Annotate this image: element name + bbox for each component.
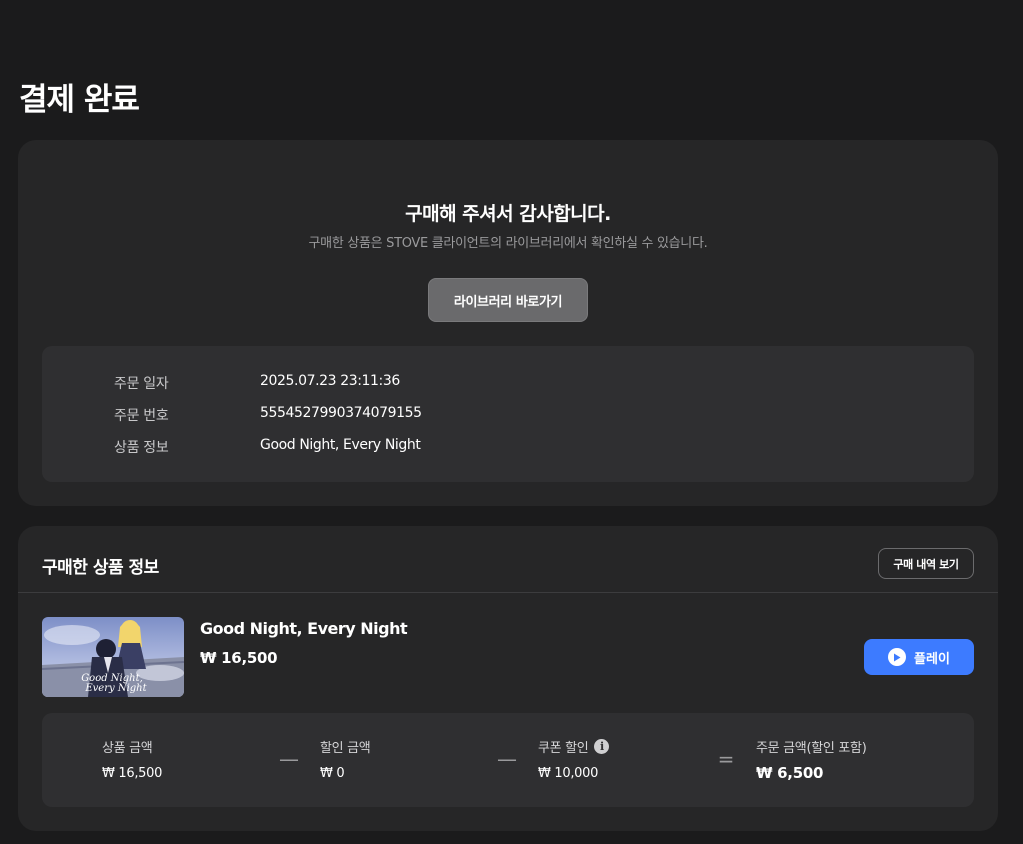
equals-operator: = — [717, 747, 735, 771]
discount-amount-label: 할인 금액 — [320, 740, 371, 756]
divider — [18, 592, 998, 593]
coupon-discount: 쿠폰 할인 i ₩ 10,000 — [538, 737, 728, 781]
play-button-label: 플레이 — [914, 651, 950, 667]
play-icon — [888, 648, 907, 666]
minus-operator: — — [497, 747, 517, 771]
product-amount-label: 상품 금액 — [102, 740, 153, 756]
price-summary-box: 상품 금액 ₩ 16,500 — 할인 금액 ₩ 0 — 쿠폰 할인 i ₩ 1… — [42, 713, 974, 807]
order-number-value: 5554527990374079155 — [260, 405, 422, 421]
minus-operator: — — [279, 747, 299, 771]
order-number-label: 주문 번호 — [114, 408, 169, 424]
product-name: Good Night, Every Night — [200, 619, 408, 638]
order-info-box: 주문 일자 2025.07.23 23:11:36 주문 번호 55545279… — [42, 346, 974, 482]
purchased-product-header: 구매한 상품 정보 — [42, 558, 159, 578]
order-total-label: 주문 금액(할인 포함) — [756, 740, 867, 756]
info-icon[interactable]: i — [594, 738, 610, 754]
order-date-value: 2025.07.23 23:11:36 — [260, 373, 400, 389]
product-info-label: 상품 정보 — [114, 440, 169, 456]
purchased-product-card: 구매한 상품 정보 구매 내역 보기 Good Night, Every Nig… — [18, 526, 998, 831]
product-thumbnail[interactable]: Good Night, Every Night — [42, 617, 184, 697]
product-price: ₩ 16,500 — [200, 649, 278, 667]
product-amount: 상품 금액 ₩ 16,500 — [102, 737, 292, 782]
coupon-discount-label: 쿠폰 할인 — [538, 740, 589, 756]
product-info-value: Good Night, Every Night — [260, 437, 421, 453]
play-button[interactable]: 플레이 — [864, 639, 974, 675]
order-total: 주문 금액(할인 포함) ₩ 6,500 — [756, 737, 946, 783]
product-amount-value: ₩ 16,500 — [102, 766, 163, 781]
library-guide-text: 구매한 상품은 STOVE 클라이언트의 라이브러리에서 확인하실 수 있습니다… — [308, 236, 708, 251]
payment-complete-card: 구매해 주셔서 감사합니다. 구매한 상품은 STOVE 클라이언트의 라이브러… — [18, 140, 998, 506]
discount-amount: 할인 금액 ₩ 0 — [320, 737, 510, 782]
thanks-heading: 구매해 주셔서 감사합니다. — [405, 203, 611, 225]
order-date-label: 주문 일자 — [114, 376, 169, 392]
go-to-library-button[interactable]: 라이브러리 바로가기 — [428, 278, 588, 322]
purchase-history-button[interactable]: 구매 내역 보기 — [878, 548, 974, 579]
page-title: 결제 완료 — [19, 82, 140, 118]
coupon-discount-value: ₩ 10,000 — [538, 766, 599, 781]
svg-text:Every Night: Every Night — [84, 683, 147, 694]
order-total-value: ₩ 6,500 — [756, 764, 824, 782]
discount-amount-value: ₩ 0 — [320, 766, 345, 781]
